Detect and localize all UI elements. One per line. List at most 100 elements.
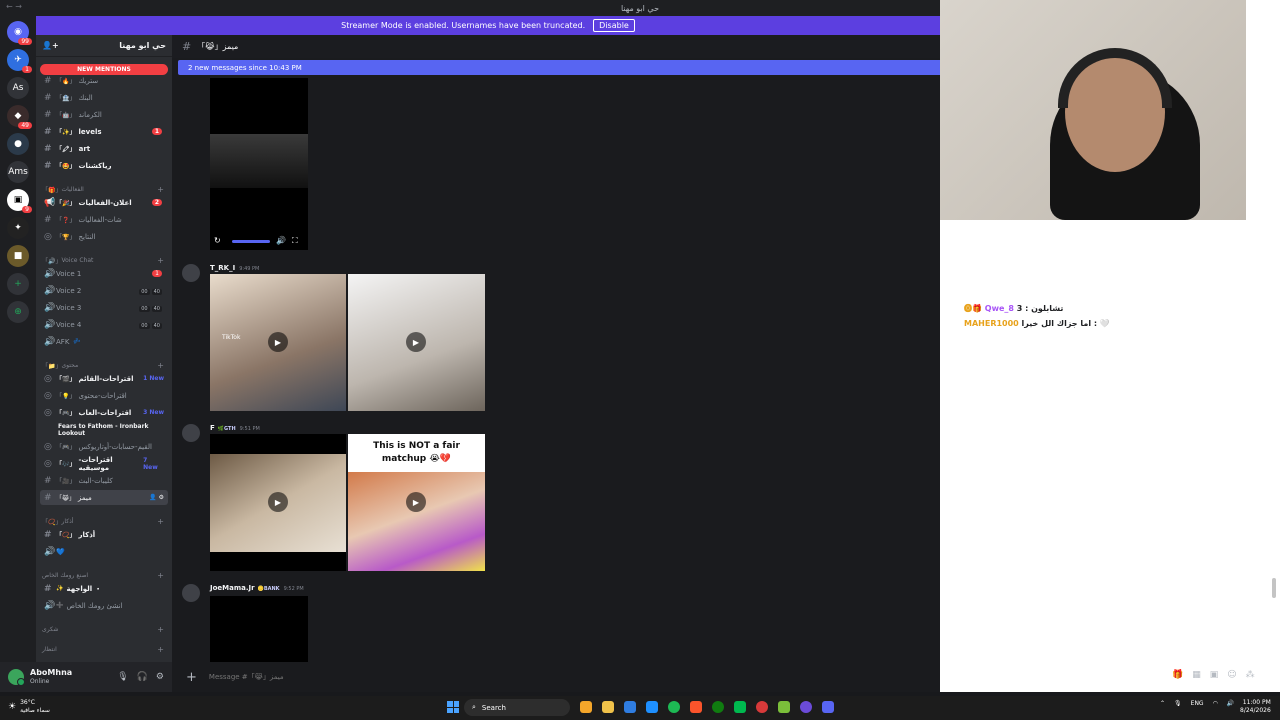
server-as[interactable]: As	[7, 77, 29, 99]
thread-fears-to-fathom[interactable]: Fears to Fathom - Ironbark Lookout	[40, 422, 168, 437]
message-author[interactable]: F	[210, 424, 215, 432]
server-active-icon[interactable]: ▣ 9	[7, 189, 32, 213]
spotify-icon[interactable]	[668, 701, 680, 713]
scrollbar[interactable]	[1272, 578, 1276, 598]
mail-icon[interactable]	[624, 701, 636, 713]
copilot-icon[interactable]	[580, 701, 592, 713]
invite-settings-icon[interactable]: 👤 ⚙	[149, 494, 164, 501]
guild-header[interactable]: 👤+ حي ابو مهنا	[36, 35, 172, 57]
wifi-icon[interactable]: ◠	[1213, 700, 1218, 707]
app-icon[interactable]	[734, 701, 746, 713]
add-channel-icon[interactable]: +	[157, 517, 164, 526]
category-wait[interactable]: انتظار +	[42, 643, 168, 655]
avatar[interactable]	[182, 584, 200, 602]
add-channel-icon[interactable]: +	[157, 645, 164, 654]
message-input[interactable]	[208, 673, 709, 681]
new-messages-bar[interactable]: 2 new messages since 10:43 PM	[178, 60, 940, 75]
channel-clips[interactable]: # 「🎥」 كليبات-البث	[40, 473, 168, 488]
server-icon[interactable]: ✈ 1	[7, 49, 32, 73]
store-icon[interactable]	[646, 701, 658, 713]
weather-widget[interactable]: ☀ 36°C سماء صافية	[8, 699, 50, 715]
channel-art[interactable]: # 「🖍」 art	[40, 141, 168, 156]
channel-azkar[interactable]: # 「📿」 أذكار	[40, 527, 168, 542]
channel-bank[interactable]: # 「🏦」 البنك	[40, 90, 168, 105]
channel-accounts[interactable]: ◎ 「🎮」 القيم-حسابات-أوتاريوكس	[40, 439, 168, 454]
language-indicator[interactable]: ENG	[1191, 700, 1204, 707]
category-voice[interactable]: 「🔊」 Voice Chat +	[42, 254, 168, 266]
server-ams[interactable]: Ams	[7, 161, 29, 183]
headphones-icon[interactable]: 🎧	[137, 672, 148, 682]
category-azkar[interactable]: 「📿」 أذكار +	[42, 515, 168, 527]
explore-icon[interactable]: ⊕	[7, 301, 29, 323]
server-icon[interactable]: ●	[7, 133, 29, 155]
obs-icon[interactable]	[800, 701, 812, 713]
channel-front[interactable]: # ✨ الواجهة ・	[40, 581, 168, 596]
voice-channel-1[interactable]: 🔊 Voice 11	[40, 266, 168, 281]
add-channel-icon[interactable]: +	[157, 256, 164, 265]
video-attachment[interactable]	[210, 596, 308, 662]
disable-streamer-button[interactable]: Disable	[593, 19, 635, 32]
video-attachment[interactable]: ↻ 🔊 ⛶	[210, 78, 308, 250]
volume-slider[interactable]	[232, 240, 270, 243]
discord-taskbar-icon[interactable]	[822, 701, 834, 713]
add-channel-icon[interactable]: +	[157, 185, 164, 194]
windows-start-icon[interactable]	[447, 701, 459, 713]
server-icon[interactable]: ◆ 49	[7, 105, 32, 129]
fullscreen-icon[interactable]: ⛶	[292, 236, 298, 246]
message-author[interactable]: T_RK_I	[210, 264, 235, 272]
back-arrow-icon[interactable]: ← →	[6, 2, 22, 11]
file-explorer-icon[interactable]	[602, 701, 614, 713]
chevron-up-icon[interactable]: ⌃	[1160, 700, 1165, 707]
replay-icon[interactable]: ↻	[214, 236, 221, 245]
add-channel-icon[interactable]: +	[157, 571, 164, 580]
voice-channel-2[interactable]: 🔊 Voice 2 00 40	[40, 283, 168, 298]
emoji-icon[interactable]: ☺	[1227, 670, 1236, 680]
channel-suggest-stream[interactable]: ◎ 「🎬」 اقتراحات-القائم 1 New	[40, 371, 168, 386]
app-icon[interactable]	[778, 701, 790, 713]
play-icon[interactable]: ▶	[406, 332, 426, 352]
category-make-room[interactable]: اصنع رومك الخاص +	[42, 569, 168, 581]
avatar[interactable]	[182, 424, 200, 442]
video-attachment[interactable]: This is NOT a fair matchup 😭💔 ▶	[348, 434, 485, 571]
channel-results[interactable]: ◎ 「🏆」 النتايج	[40, 229, 168, 244]
voice-channel-afk[interactable]: 🔊 AFK 💤	[40, 334, 168, 349]
voice-channel-4[interactable]: 🔊 Voice 4 00 40	[40, 317, 168, 332]
video-attachment[interactable]: ▶	[210, 434, 346, 571]
server-icon[interactable]: ■	[7, 245, 29, 267]
avatar[interactable]	[8, 669, 25, 686]
add-channel-icon[interactable]: +	[157, 361, 164, 370]
mic-tray-icon[interactable]: 🎙	[1174, 700, 1182, 707]
xbox-icon[interactable]	[712, 701, 724, 713]
play-icon[interactable]: ▶	[406, 492, 426, 512]
gif-icon[interactable]: ▦	[1192, 670, 1201, 680]
channel-suggest-content[interactable]: ◎ 「💡」 اقتراحات-محتوى	[40, 388, 168, 403]
voice-heart[interactable]: 🔊 💙	[40, 544, 168, 559]
message-author[interactable]: JoeMama.Jr	[210, 584, 255, 592]
video-attachment[interactable]: ▶	[348, 274, 485, 411]
channel-event-announce[interactable]: 📢 「🎉」 اعلان-الفعاليات 2	[40, 195, 168, 210]
category-events[interactable]: 「🎁」 الفعاليات +	[42, 183, 168, 195]
volume-icon[interactable]: 🔊	[276, 236, 286, 245]
voice-make-room[interactable]: 🔊 ➕ انشئ رومك الخاص	[40, 598, 168, 613]
channel-levels[interactable]: # 「✨」 levels 1	[40, 124, 168, 139]
guild-add-member-icon[interactable]: 👤+	[42, 41, 59, 50]
add-server-icon[interactable]: +	[7, 273, 29, 295]
add-channel-icon[interactable]: +	[157, 625, 164, 634]
message-list[interactable]: 2 new messages since 10:43 PM ↻ 🔊 ⛶ T_RK…	[172, 58, 940, 662]
category-content[interactable]: 「📁」 محتوى +	[42, 359, 168, 371]
microphone-icon[interactable]: 🎙	[117, 672, 128, 682]
channel-memes[interactable]: # 「😹」 ميمز 👤 ⚙	[40, 490, 168, 505]
video-attachment[interactable]: TikTok ▶	[210, 274, 346, 411]
channel-event-chat[interactable]: # 「❓」 شات-الفعاليات	[40, 212, 168, 227]
sticker-icon[interactable]: ▣	[1210, 670, 1219, 680]
volume-icon[interactable]: 🔊	[1227, 700, 1234, 707]
category-thanks[interactable]: شكرى +	[42, 623, 168, 635]
taskbar-clock[interactable]: 11:00 PM 8/24/2026	[1240, 699, 1271, 715]
taskbar-search[interactable]: ⌕ Search	[464, 699, 570, 716]
app-icon[interactable]	[756, 701, 768, 713]
voice-channel-3[interactable]: 🔊 Voice 3 00 40	[40, 300, 168, 315]
discord-home-icon[interactable]: ◉ 99	[7, 21, 32, 45]
gift-icon[interactable]: 🎁	[1172, 670, 1183, 680]
play-icon[interactable]: ▶	[268, 492, 288, 512]
play-icon[interactable]: ▶	[268, 332, 288, 352]
